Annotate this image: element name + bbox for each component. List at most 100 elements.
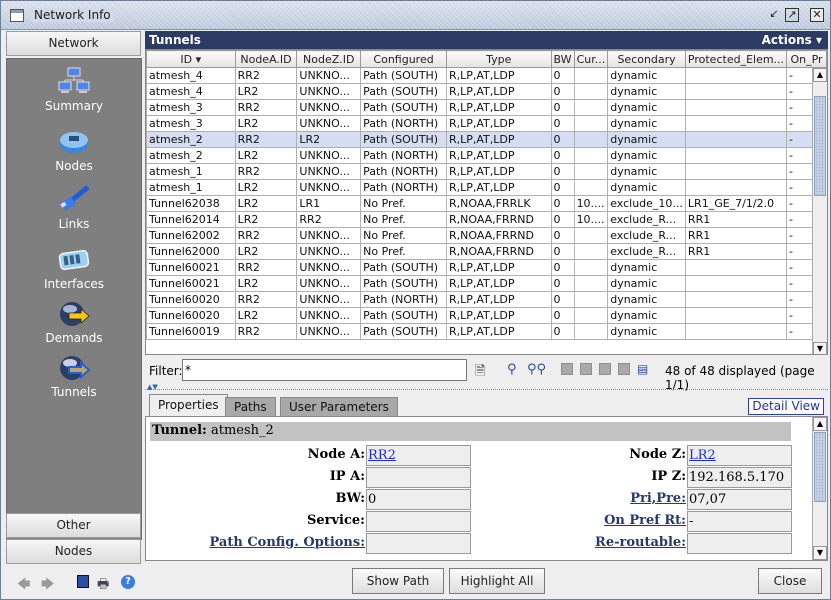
actions-menu[interactable]: Actions ▾: [762, 33, 822, 47]
column-header[interactable]: On_Pr: [786, 50, 827, 68]
table-cell: 10....: [573, 211, 609, 228]
scroll-thumb[interactable]: [814, 432, 826, 502]
table-cell: dynamic: [607, 147, 686, 164]
table-cell: atmesh_2: [146, 147, 236, 164]
column-header[interactable]: NodeA.ID: [234, 50, 298, 68]
property-label[interactable]: On Pref Rt:: [604, 513, 686, 528]
properties-scrollbar[interactable]: ▲ ▼: [812, 417, 827, 560]
save-icon[interactable]: [77, 575, 89, 588]
table-cell: No Pref.: [360, 195, 447, 212]
nav-item-label: Tunnels: [51, 385, 97, 399]
column-header[interactable]: Protected_Elem...: [684, 50, 788, 68]
print-icon[interactable]: 🖶: [97, 575, 109, 597]
last-page-icon[interactable]: [618, 363, 630, 375]
detail-view-link[interactable]: Detail View: [748, 398, 824, 415]
next-page-icon[interactable]: [599, 363, 611, 375]
table-cell: [573, 291, 609, 308]
filter-document-icon[interactable]: 🗎: [475, 362, 485, 384]
table-cell: [684, 147, 788, 164]
scroll-down-icon[interactable]: ▼: [813, 546, 827, 560]
table-row[interactable]: Tunnel62000 LR2 UNKNO... No Pref. R,NOAA,FRR…: [146, 243, 827, 260]
table-row[interactable]: Tunnel60020 LR2 UNKNO... Path (SOUTH) R,LP,A…: [146, 307, 827, 324]
table-row[interactable]: atmesh_4 RR2 UNKNO... Path (SOUTH) R,LP,AT,L…: [146, 67, 827, 84]
previous-page-icon[interactable]: [580, 363, 592, 375]
footer-bar: 🡄 🡆 🖶 ? Show Path Highlight All Close: [1, 566, 830, 600]
table-cell: 0: [550, 259, 575, 276]
highlight-all-button[interactable]: Highlight All: [449, 568, 545, 594]
heading-value: atmesh_2: [210, 423, 274, 438]
column-header[interactable]: ID ▾: [146, 50, 236, 68]
scroll-up-icon[interactable]: ▲: [813, 417, 827, 431]
table-row[interactable]: Tunnel62014 LR2 RR2 No Pref. R,NOAA,FRRND 0 10…: [146, 211, 827, 228]
table-row[interactable]: Tunnel60021 LR2 UNKNO... Path (SOUTH) R,LP,A…: [146, 275, 827, 292]
table-cell: Path (NORTH): [360, 147, 447, 164]
table-row[interactable]: Tunnel62002 RR2 UNKNO... No Pref. R,NOAA,FRR…: [146, 227, 827, 244]
forward-arrow-icon[interactable]: 🡆: [41, 575, 54, 597]
property-label: Node Z:: [629, 447, 686, 462]
table-row[interactable]: atmesh_3 LR2 UNKNO... Path (NORTH) R,LP,AT,L…: [146, 115, 827, 132]
maximize-icon[interactable]: ↗: [785, 8, 799, 22]
table-row[interactable]: atmesh_2 RR2 LR2 Path (SOUTH) R,LP,AT,LDP 0 dy…: [146, 131, 827, 148]
table-cell: R,LP,AT,LDP: [445, 83, 552, 100]
column-header[interactable]: Type: [445, 50, 552, 68]
table-row[interactable]: atmesh_4 LR2 UNKNO... Path (SOUTH) R,LP,AT,L…: [146, 83, 827, 100]
nav-item-demands[interactable]: Demands: [7, 299, 141, 345]
help-icon[interactable]: ?: [121, 575, 135, 589]
table-cell: Path (NORTH): [360, 115, 447, 132]
property-label[interactable]: Pri,Pre:: [630, 491, 686, 506]
property-label[interactable]: Re-routable:: [595, 535, 686, 550]
nav-item-nodes[interactable]: Nodes: [7, 127, 141, 173]
scroll-up-icon[interactable]: ▲: [813, 68, 827, 82]
scroll-thumb[interactable]: [814, 96, 826, 196]
show-path-button[interactable]: Show Path: [352, 568, 444, 594]
tab-user-parameters[interactable]: User Parameters: [280, 397, 398, 416]
back-arrow-icon[interactable]: 🡄: [17, 575, 30, 597]
nav-item-links[interactable]: Links: [7, 185, 141, 231]
table-cell: [573, 131, 609, 148]
table-cell: [684, 323, 788, 340]
nav-item-interfaces[interactable]: Interfaces: [7, 245, 141, 291]
table-row[interactable]: atmesh_3 RR2 UNKNO... Path (SOUTH) R,LP,AT,L…: [146, 99, 827, 116]
column-header[interactable]: BW: [550, 50, 575, 68]
table-row[interactable]: atmesh_1 RR2 UNKNO... Path (NORTH) R,LP,AT,L…: [146, 163, 827, 180]
search-icon[interactable]: ⚲: [507, 362, 517, 377]
table-cell: 0: [550, 83, 575, 100]
table-cell: dynamic: [607, 307, 686, 324]
table-cell: 0: [550, 211, 575, 228]
minimize-icon[interactable]: ↙: [767, 8, 781, 22]
table-vertical-scrollbar[interactable]: ▲ ▼: [812, 68, 827, 354]
table-row[interactable]: atmesh_2 LR2 UNKNO... Path (NORTH) R,LP,AT,L…: [146, 147, 827, 164]
title-bar[interactable]: Network Info ↙ ↗ ✕: [1, 1, 830, 30]
table-cell: atmesh_2: [146, 131, 236, 148]
scroll-down-icon[interactable]: ▼: [813, 342, 827, 354]
table-row[interactable]: Tunnel62038 LR2 LR1 No Pref. R,NOAA,FRRLK 0 10…: [146, 195, 827, 212]
property-value-link[interactable]: LR2: [689, 448, 716, 463]
table-cell: 0: [550, 179, 575, 196]
close-icon[interactable]: ✕: [810, 8, 824, 22]
tab-properties[interactable]: Properties: [149, 394, 228, 416]
other-section-button[interactable]: Other: [6, 513, 141, 538]
nodes-section-button[interactable]: Nodes: [6, 539, 141, 564]
nav-item-tunnels[interactable]: Tunnels: [7, 353, 141, 399]
nav-item-summary[interactable]: Summary: [7, 67, 141, 113]
table-row[interactable]: Tunnel60020 RR2 UNKNO... Path (NORTH) R,LP,A…: [146, 291, 827, 308]
close-button[interactable]: Close: [758, 568, 822, 594]
column-header[interactable]: Cur...: [573, 50, 609, 68]
filter-input[interactable]: [182, 359, 467, 381]
search-all-icon[interactable]: ⚲⚲: [527, 362, 546, 377]
first-page-icon[interactable]: [561, 363, 573, 375]
table-row[interactable]: Tunnel60021 RR2 UNKNO... Path (SOUTH) R,LP,A…: [146, 259, 827, 276]
column-header[interactable]: Configured: [360, 50, 447, 68]
table-row[interactable]: Tunnel60019 RR2 UNKNO... Path (SOUTH) R,LP,A…: [146, 323, 827, 340]
split-pane-divider[interactable]: ▲▼: [145, 384, 828, 391]
list-view-icon[interactable]: ▤: [637, 362, 648, 376]
table-cell: R,NOAA,FRRND: [445, 227, 552, 244]
property-value: -: [687, 511, 792, 532]
column-header[interactable]: Secondary: [607, 50, 686, 68]
tab-paths[interactable]: Paths: [225, 397, 276, 416]
column-header[interactable]: NodeZ.ID: [296, 50, 362, 68]
navigation-pane: Summary Nodes Links Interfaces Demands T…: [6, 58, 142, 540]
network-info-window: Network Info ↙ ↗ ✕ Network Summary Nodes…: [0, 0, 831, 600]
table-row[interactable]: atmesh_1 LR2 UNKNO... Path (NORTH) R,LP,AT,L…: [146, 179, 827, 196]
network-section-button[interactable]: Network: [6, 31, 141, 56]
